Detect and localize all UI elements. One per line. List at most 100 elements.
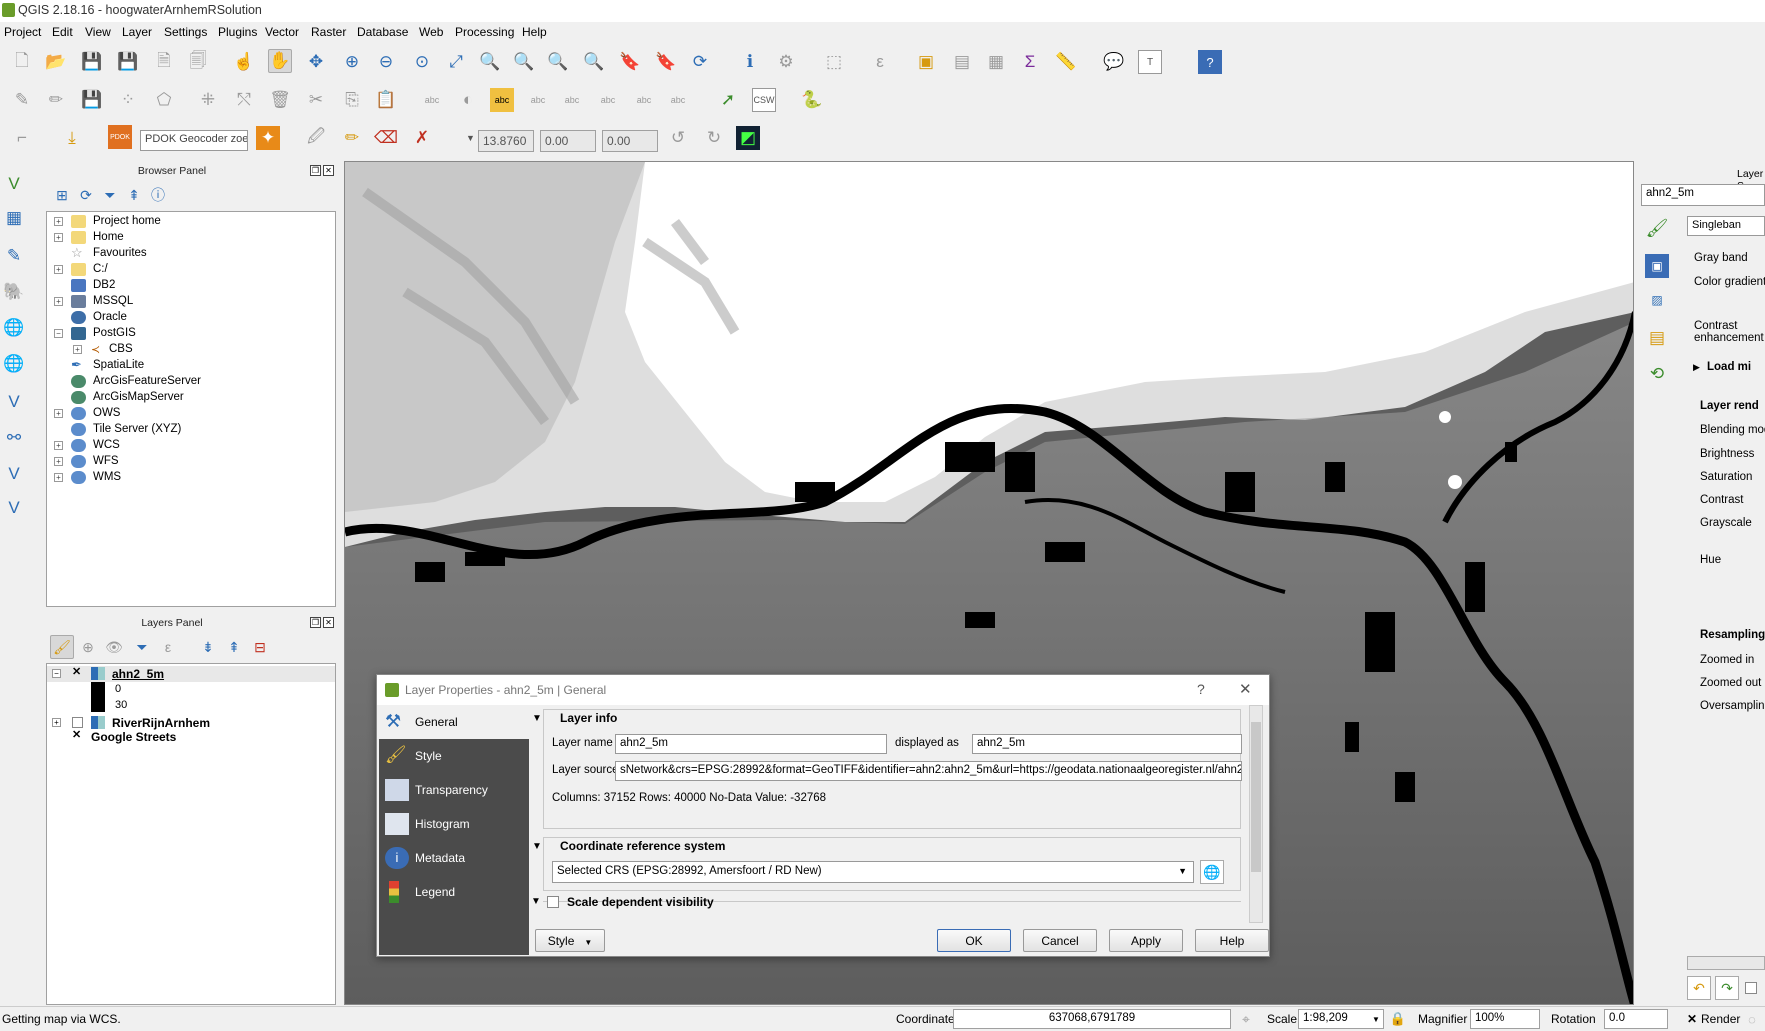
georeferencer-icon[interactable]: ⤓	[60, 126, 84, 150]
show-bookmarks-icon[interactable]: 🔖	[654, 50, 678, 74]
zoom-layer-icon[interactable]: 🔍	[512, 50, 536, 74]
collapse-group-icon[interactable]: ▼	[531, 896, 541, 907]
tree-item[interactable]: + ≺ CBS	[47, 342, 335, 358]
add-virtual-layer-icon[interactable]: ⚯	[2, 426, 26, 450]
move-feature-icon[interactable]: ⁜	[196, 88, 220, 112]
print-composer-icon[interactable]: 🗎	[152, 50, 176, 74]
layers-float-icon[interactable]: ❐	[310, 617, 321, 628]
help-icon[interactable]: ?	[1198, 50, 1222, 74]
menu-help[interactable]: Help	[522, 25, 547, 39]
pdok-geocoder-input[interactable]: PDOK Geocoder zoek	[140, 130, 248, 151]
coordinate-field[interactable]: 637068,6791789	[953, 1009, 1231, 1029]
filter-legend-icon[interactable]: ⏷	[130, 635, 154, 659]
menu-view[interactable]: View	[85, 25, 111, 39]
tree-item[interactable]: ArcGisMapServer	[47, 390, 335, 406]
properties-icon[interactable]: ⓘ	[146, 183, 170, 207]
vertex-tool-icon[interactable]: ⤲	[232, 88, 256, 112]
tree-item[interactable]: + Home	[47, 230, 335, 246]
help-button[interactable]: Help	[1195, 929, 1269, 952]
visibility-icon[interactable]: 👁	[102, 635, 126, 659]
collapse-group-icon[interactable]: ▼	[532, 713, 542, 724]
layer-select[interactable]: ahn2_5m	[1641, 184, 1765, 206]
tab-metadata[interactable]: i Metadata	[379, 841, 529, 875]
highlight-labels-icon[interactable]: abc	[490, 88, 514, 112]
freehand-icon[interactable]: ✗	[410, 126, 434, 150]
dialog-help-icon[interactable]: ?	[1197, 681, 1205, 697]
history-icon[interactable]: ⟲	[1645, 362, 1669, 386]
node-tool-icon[interactable]: ⬠	[152, 88, 176, 112]
pin-labels-icon[interactable]: abc	[526, 88, 550, 112]
move-label-icon[interactable]: abc	[596, 88, 620, 112]
live-update-checkbox[interactable]	[1745, 982, 1757, 994]
zoom-in-icon[interactable]: ⊕	[340, 50, 364, 74]
menu-settings[interactable]: Settings	[164, 25, 207, 39]
redo-icon[interactable]: ↻	[702, 126, 726, 150]
map-tips-icon[interactable]: 💬	[1102, 50, 1126, 74]
toggle-editing-icon[interactable]: ✏	[44, 88, 68, 112]
open-project-icon[interactable]: 📂	[44, 50, 68, 74]
select-features-icon[interactable]: ⬚	[822, 50, 846, 74]
expand-all-icon[interactable]: ⇟	[196, 635, 220, 659]
style-manager-icon[interactable]: 🖌	[50, 635, 74, 659]
collapse-icon[interactable]: −	[54, 329, 63, 338]
layers-close-icon[interactable]: ✕	[323, 617, 334, 628]
zoom-full-icon[interactable]: ⤢	[444, 50, 468, 74]
menu-layer[interactable]: Layer	[122, 25, 152, 39]
tab-general[interactable]: ⚒ General	[379, 705, 529, 739]
tree-item[interactable]: − PostGIS	[47, 326, 335, 342]
scale-visibility-checkbox[interactable]	[547, 896, 559, 908]
horizontal-scrollbar[interactable]	[1687, 956, 1765, 970]
current-edits-icon[interactable]: ✎	[10, 88, 34, 112]
expand-icon[interactable]: +	[54, 457, 63, 466]
expand-icon[interactable]: +	[54, 265, 63, 274]
layer-source-input[interactable]: sNetwork&crs=EPSG:28992&format=GeoTIFF&i…	[615, 761, 1242, 781]
tree-item[interactable]: + Project home	[47, 214, 335, 230]
menu-plugins[interactable]: Plugins	[218, 25, 257, 39]
expand-icon[interactable]: +	[52, 718, 61, 727]
expand-icon[interactable]: +	[54, 473, 63, 482]
expand-icon[interactable]: +	[73, 345, 82, 354]
layer-rendering-section[interactable]: Layer rend	[1700, 400, 1759, 412]
expand-icon[interactable]: +	[54, 217, 63, 226]
measure-icon[interactable]: 📏	[1054, 50, 1078, 74]
menu-raster[interactable]: Raster	[311, 25, 346, 39]
filter-icon[interactable]: ⏷	[98, 183, 122, 207]
rotate-label-icon[interactable]: abc	[632, 88, 656, 112]
profile-tool-icon[interactable]: 🖉	[304, 126, 328, 150]
displayed-as-input[interactable]: ahn2_5m	[972, 734, 1242, 754]
zoom-out-icon[interactable]: ⊖	[374, 50, 398, 74]
refresh-browser-icon[interactable]: ⟳	[74, 183, 98, 207]
delete-selected-icon[interactable]: 🗑	[268, 88, 292, 112]
deselect-icon[interactable]: ▣	[914, 50, 938, 74]
zoom-next-icon[interactable]: 🔍	[582, 50, 606, 74]
dropdown-arrow-icon[interactable]: ▼	[466, 133, 475, 143]
visibility-checkbox[interactable]: ✕	[72, 730, 84, 742]
menu-project[interactable]: Project	[4, 25, 41, 39]
field-calculator-icon[interactable]: ▦	[984, 50, 1008, 74]
refresh-icon[interactable]: ⟳	[688, 50, 712, 74]
pan-to-selection-icon[interactable]: ✥	[304, 50, 328, 74]
symbology-icon[interactable]: 🖌	[1645, 216, 1669, 240]
crs-select[interactable]: Selected CRS (EPSG:28992, Amersfoort / R…	[552, 861, 1194, 883]
histogram-icon[interactable]: ▤	[1645, 326, 1669, 350]
tab-legend[interactable]: Legend	[379, 875, 529, 909]
new-bookmark-icon[interactable]: 🔖	[618, 50, 642, 74]
magnifier-field[interactable]: 100%	[1470, 1009, 1540, 1029]
dialog-scrollbar[interactable]	[1249, 705, 1263, 923]
touch-zoom-icon[interactable]: ☝	[232, 50, 256, 74]
ok-button[interactable]: OK	[937, 929, 1011, 952]
add-selected-icon[interactable]: ⊞	[50, 183, 74, 207]
composer-manager-icon[interactable]: 🗐	[186, 50, 210, 74]
tab-style[interactable]: 🖌 Style	[379, 739, 529, 773]
pdok-services-icon[interactable]: ✦	[256, 126, 280, 150]
coordinate-toggle-icon[interactable]: ⌖	[1234, 1007, 1258, 1031]
tree-item[interactable]: + WFS	[47, 454, 335, 470]
undo-icon[interactable]: ↺	[666, 126, 690, 150]
rotation-field[interactable]: 0.0	[1604, 1009, 1668, 1029]
change-label-icon[interactable]: abc	[666, 88, 690, 112]
raster-style-icon[interactable]: ▣	[1645, 254, 1669, 278]
zoom-native-icon[interactable]: ⊙	[410, 50, 434, 74]
visibility-checkbox[interactable]	[72, 717, 83, 728]
scrollbar-thumb[interactable]	[1251, 722, 1261, 872]
add-vector-layer-icon[interactable]: V	[2, 172, 26, 196]
